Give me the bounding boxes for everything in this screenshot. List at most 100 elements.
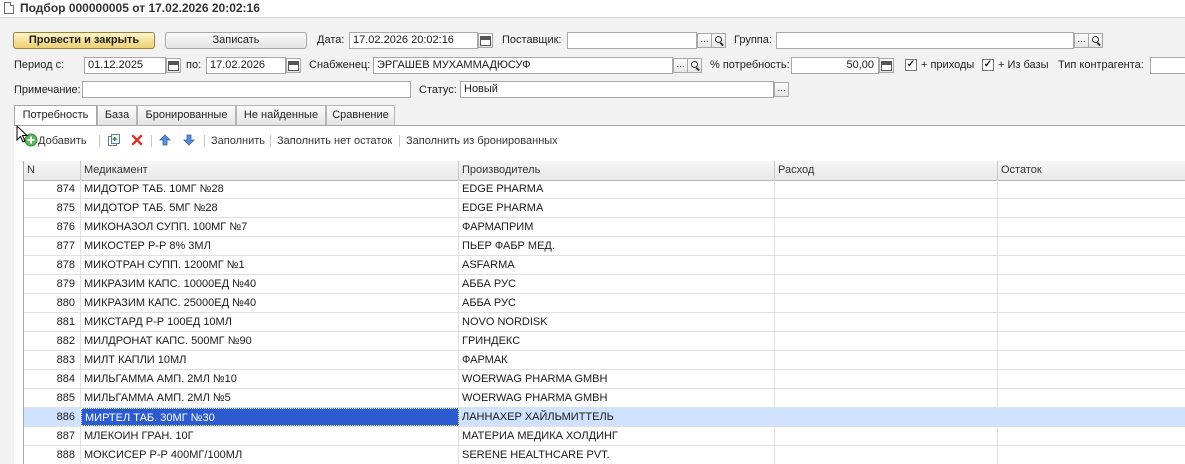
cell-manufacturer[interactable]: ФАРМАК (459, 351, 775, 369)
cell-drug[interactable]: МИКСТАРД Р-Р 100ЕД 10МЛ (81, 313, 459, 331)
status-select-button[interactable]: ... (774, 82, 789, 97)
cell-manufacturer[interactable]: МАТЕРИА МЕДИКА ХОЛДИНГ (459, 427, 775, 445)
supplier-search-button[interactable] (711, 33, 726, 48)
fill-from-reserved-button[interactable]: Заполнить из бронированных (406, 133, 558, 149)
column-header-manufacturer[interactable]: Производитель (459, 161, 775, 180)
cell-usage[interactable] (775, 446, 998, 464)
need-table[interactable]: N Медикамент Производитель Расход Остато… (23, 161, 1185, 464)
cell-stock[interactable] (998, 408, 1185, 426)
cell-stock[interactable] (998, 351, 1185, 369)
cell-usage[interactable] (775, 256, 998, 274)
cell-n[interactable]: 878 (24, 256, 81, 274)
cell-stock[interactable] (998, 294, 1185, 312)
supplier-field[interactable] (567, 32, 697, 49)
cell-stock[interactable] (998, 256, 1185, 274)
period-from-calendar-button[interactable] (166, 58, 181, 73)
copy-button[interactable] (107, 133, 121, 149)
delete-button[interactable] (130, 133, 144, 149)
fill-no-stock-button[interactable]: Заполнить нет остаток (277, 133, 392, 149)
table-row[interactable]: 875 МИДОТОР ТАБ. 5МГ №28 EDGE PHARMA (24, 199, 1185, 218)
note-field[interactable] (82, 81, 411, 98)
cell-manufacturer[interactable]: EDGE PHARMA (459, 180, 775, 198)
cell-usage[interactable] (775, 275, 998, 293)
cell-stock[interactable] (998, 199, 1185, 217)
cell-n[interactable]: 886 (24, 408, 81, 426)
status-field[interactable]: Новый (460, 81, 774, 98)
contractor-type-field[interactable] (1150, 57, 1185, 74)
cell-n[interactable]: 875 (24, 199, 81, 217)
table-row[interactable]: 887 МЛЕКОИН ГРАН. 10Г МАТЕРИА МЕДИКА ХОЛДИ… (24, 427, 1185, 446)
cell-stock[interactable] (998, 389, 1185, 407)
cell-stock[interactable] (998, 275, 1185, 293)
table-row[interactable]: 876 МИКОНАЗОЛ СУПП. 100МГ №7 ФАРМАПРИМ (24, 218, 1185, 237)
need-percent-calculator-button[interactable] (879, 58, 894, 73)
cell-manufacturer[interactable]: ASFARMA (459, 256, 775, 274)
table-row[interactable]: 888 МОКСИСЕР Р-Р 400МГ/100МЛ SERENE HEALTH… (24, 446, 1185, 464)
column-header-stock[interactable]: Остаток (998, 161, 1185, 180)
cell-manufacturer[interactable]: SERENE HEALTHCARE PVT. (459, 446, 775, 464)
cell-usage[interactable] (775, 351, 998, 369)
cell-manufacturer[interactable]: WOERWAG PHARMA GMBH (459, 389, 775, 407)
cell-manufacturer[interactable]: ПЬЕР ФАБР МЕД. (459, 237, 775, 255)
cell-usage[interactable] (775, 218, 998, 236)
cell-manufacturer[interactable]: EDGE PHARMA (459, 199, 775, 217)
date-calendar-button[interactable] (478, 33, 493, 48)
cell-stock[interactable] (998, 446, 1185, 464)
cell-usage[interactable] (775, 180, 998, 198)
cell-n[interactable]: 879 (24, 275, 81, 293)
cell-manufacturer[interactable]: АББА РУС (459, 275, 775, 293)
cell-drug[interactable]: МИДОТОР ТАБ. 5МГ №28 (81, 199, 459, 217)
table-row[interactable]: 885 МИЛЬГАММА АМП. 2МЛ №5 WOERWAG PHARMA G… (24, 389, 1185, 408)
column-header-usage[interactable]: Расход (775, 161, 998, 180)
cell-drug[interactable]: МИКОНАЗОЛ СУПП. 100МГ №7 (81, 218, 459, 236)
cell-stock[interactable] (998, 237, 1185, 255)
move-down-button[interactable] (182, 133, 196, 149)
cell-usage[interactable] (775, 332, 998, 350)
cell-manufacturer[interactable]: ЛАННАХЕР ХАЙЛЬМИТТЕЛЬ (459, 408, 775, 426)
cell-usage[interactable] (775, 237, 998, 255)
tab-not-found[interactable]: Не найденные (236, 105, 326, 125)
cell-usage[interactable] (775, 370, 998, 388)
cell-usage[interactable] (775, 313, 998, 331)
cell-stock[interactable] (998, 370, 1185, 388)
cell-n[interactable]: 887 (24, 427, 81, 445)
save-button[interactable]: Записать (165, 32, 307, 49)
move-up-button[interactable] (158, 133, 172, 149)
period-to-calendar-button[interactable] (286, 58, 301, 73)
cell-n[interactable]: 877 (24, 237, 81, 255)
tab-base[interactable]: База (97, 105, 137, 125)
table-row[interactable]: 879 МИКРАЗИМ КАПС. 10000ЕД №40 АББА РУС (24, 275, 1185, 294)
cell-n[interactable]: 880 (24, 294, 81, 312)
cell-n[interactable]: 885 (24, 389, 81, 407)
date-field[interactable]: 17.02.2026 20:02:16 (349, 32, 478, 49)
cell-drug[interactable]: МИКОСТЕР Р-Р 8% 3МЛ (81, 237, 459, 255)
cell-stock[interactable] (998, 427, 1185, 445)
table-row[interactable]: 877 МИКОСТЕР Р-Р 8% 3МЛ ПЬЕР ФАБР МЕД. (24, 237, 1185, 256)
cell-usage[interactable] (775, 389, 998, 407)
cell-stock[interactable] (998, 180, 1185, 198)
add-button[interactable]: Добавить (24, 133, 87, 149)
cell-n[interactable]: 888 (24, 446, 81, 464)
cell-manufacturer[interactable]: WOERWAG PHARMA GMBH (459, 370, 775, 388)
group-field[interactable] (776, 32, 1074, 49)
column-header-n[interactable]: N (24, 161, 81, 180)
cell-usage[interactable] (775, 199, 998, 217)
need-percent-field[interactable]: 50,00 (791, 57, 879, 74)
table-row[interactable]: 883 МИЛТ КАПЛИ 10МЛ ФАРМАК (24, 351, 1185, 370)
table-row[interactable]: 882 МИЛДРОНАТ КАПС. 500МГ №90 ГРИНДЕКС (24, 332, 1185, 351)
cell-manufacturer[interactable]: NOVO NORDISK (459, 313, 775, 331)
fill-button[interactable]: Заполнить (211, 133, 265, 149)
procurer-search-button[interactable] (687, 58, 702, 73)
cell-usage[interactable] (775, 427, 998, 445)
table-row[interactable]: 878 МИКОТРАН СУПП. 1200МГ №1 ASFARMA (24, 256, 1185, 275)
incoming-checkbox[interactable]: ✓ (905, 59, 917, 71)
cell-stock[interactable] (998, 313, 1185, 331)
tab-comparison[interactable]: Сравнение (326, 105, 395, 125)
table-row[interactable]: 874 МИДОТОР ТАБ. 10МГ №28 EDGE PHARMA (24, 180, 1185, 199)
cell-drug[interactable]: МИРТЕЛ ТАБ. 30МГ №30 (81, 408, 459, 426)
period-to-field[interactable]: 17.02.2026 (206, 57, 286, 74)
group-select-button[interactable]: ... (1074, 33, 1089, 48)
cell-n[interactable]: 882 (24, 332, 81, 350)
tab-need[interactable]: Потребность (14, 105, 97, 126)
cell-n[interactable]: 884 (24, 370, 81, 388)
